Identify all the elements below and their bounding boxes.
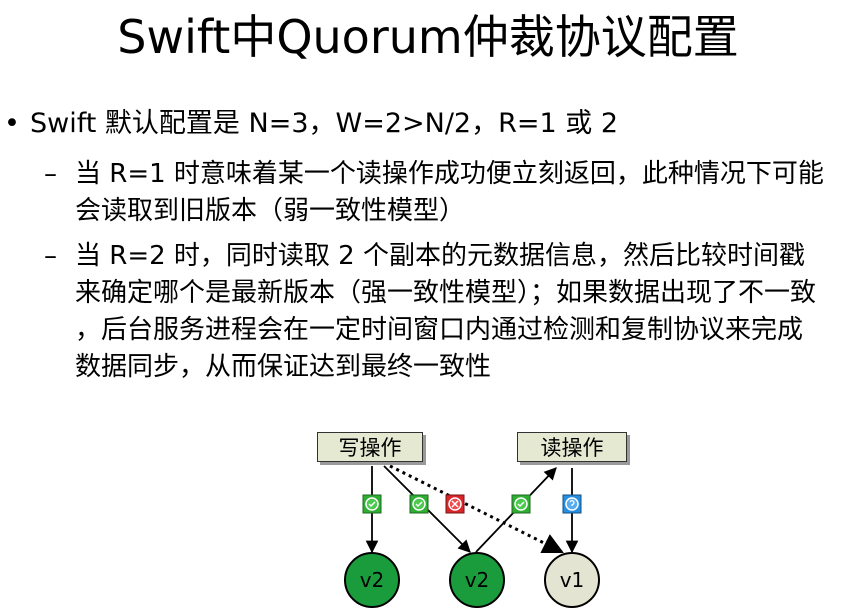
sub-item-r1: – 当 R=1 时意味着某一个读操作成功便立刻返回，此种情况下可能会读取到旧版本… [44,156,834,230]
fail-icon [445,494,465,514]
sub-item-r2: – 当 R=2 时，同时读取 2 个副本的元数据信息，然后比较时间戳来确定哪个是… [44,238,834,386]
read-operation-box: 读操作 [517,432,627,462]
node-label-v2b: v2 [464,568,490,592]
sub-item-text: 当 R=1 时意味着某一个读操作成功便立刻返回，此种情况下可能会读取到旧版本（弱… [75,159,824,226]
quorum-diagram: 写操作 读操作 v2 v2 v1 [300,426,660,610]
node-label-v1: v1 [559,568,585,592]
slide-title: Swift中Quorum仲裁协议配置 [117,10,739,64]
sub-item-text: 当 R=2 时，同时读取 2 个副本的元数据信息，然后比较时间戳来确定哪个是最新… [75,241,817,382]
check-icon [511,494,531,514]
check-icon [362,494,382,514]
sub-item-marker: – [44,241,57,271]
sub-item-marker: – [44,159,57,189]
bullet-text: Swift 默认配置是 N=3，W=2>N/2，R=1 或 2 [30,108,619,139]
query-icon [562,494,582,514]
bullet-marker: • [4,108,20,139]
node-label-v2a: v2 [359,568,385,592]
check-icon [409,494,429,514]
slide: Swift中Quorum仲裁协议配置 • Swift 默认配置是 N=3，W=2>… [0,0,856,610]
write-operation-box: 写操作 [317,432,423,462]
main-bullet: • Swift 默认配置是 N=3，W=2>N/2，R=1 或 2 [4,104,844,144]
